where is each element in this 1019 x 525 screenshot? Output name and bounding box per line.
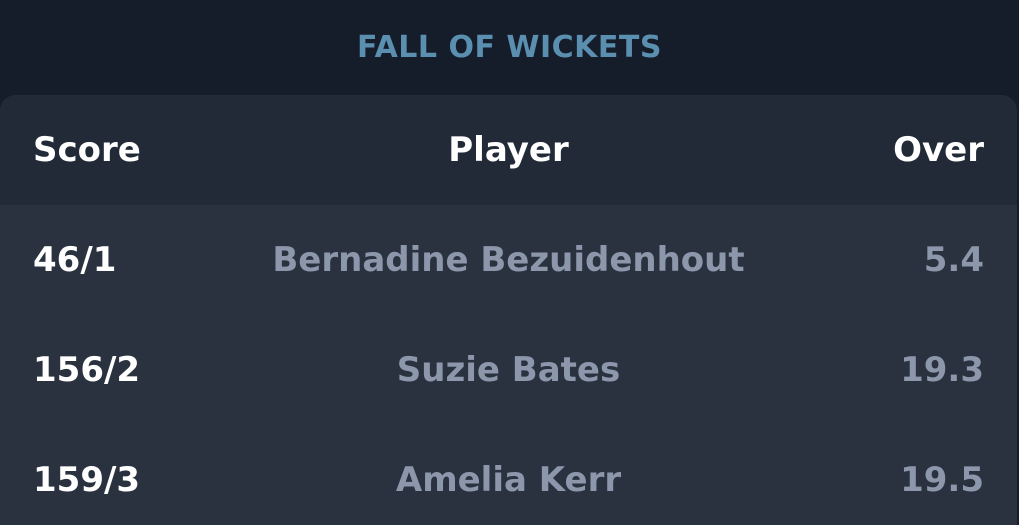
section-title: FALL OF WICKETS (357, 30, 662, 65)
row-over: 5.4 (923, 240, 984, 280)
table-header: Score Player Over (0, 95, 1017, 205)
fall-of-wickets-page: FALL OF WICKETS Score Player Over 46/1 B… (0, 0, 1019, 525)
row-player: Suzie Bates (396, 350, 621, 390)
row-over: 19.3 (900, 350, 984, 390)
header-over: Over (893, 130, 984, 170)
header-player: Player (448, 130, 569, 170)
table-row: 156/2 Suzie Bates 19.3 (0, 315, 1017, 425)
row-player: Amelia Kerr (395, 460, 622, 500)
row-over: 19.5 (900, 460, 984, 500)
row-player: Bernadine Bezuidenhout (272, 240, 745, 280)
fall-of-wickets-table: Score Player Over 46/1 Bernadine Bezuide… (0, 95, 1017, 525)
table-row: 46/1 Bernadine Bezuidenhout 5.4 (0, 205, 1017, 315)
table-row: 159/3 Amelia Kerr 19.5 (0, 425, 1017, 525)
